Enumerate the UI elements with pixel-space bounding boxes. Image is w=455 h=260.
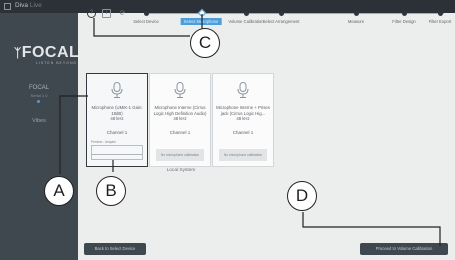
back-button[interactable]: Back to Select Device	[84, 243, 146, 255]
step-dot	[438, 11, 443, 16]
microphone-channel: Channel 1	[169, 130, 191, 135]
step-dot	[402, 11, 407, 16]
step-label[interactable]: Select Microphone	[180, 18, 222, 25]
callout-a: A	[44, 176, 74, 206]
microphone-name: Microphone (UMIK-1 Gain: 18dB) 48 kHz	[91, 105, 143, 122]
step-label[interactable]: Volume Calibration	[228, 19, 263, 24]
step-label[interactable]: Filter Export	[429, 19, 452, 24]
refresh-icon[interactable]: ⟳	[118, 9, 127, 18]
microphone-card-3[interactable]: Microphone Interne + Prises jack (Cirrus…	[212, 73, 274, 167]
microphone-icon	[237, 82, 249, 98]
microphone-name: Microphone Interne + Prises jack (Cirrus…	[216, 105, 270, 122]
microphone-card-1[interactable]: Microphone (UMIK-1 Gain: 18dB) 48 kHz Cha…	[86, 73, 148, 167]
step-dot	[144, 11, 149, 16]
group-label: Local System	[166, 168, 196, 173]
calibration-button[interactable]: No microphone calibration	[219, 149, 267, 161]
microphone-name: Microphone Interne (Cirrus Logic High De…	[153, 105, 207, 122]
step-label[interactable]: Select Device	[133, 19, 159, 24]
microphone-channel: Channel 1	[106, 130, 128, 135]
step-label[interactable]: Filter Design	[392, 19, 416, 24]
step-label[interactable]: Measure	[348, 19, 364, 24]
title-bar: Diva Live	[0, 0, 455, 13]
step-label[interactable]: Select Arrangement	[263, 19, 300, 24]
sidebar: ᛉFOCAL LISTEN BEYOND FOCAL Serial 1.0 Vi…	[0, 13, 80, 260]
device-serial: Serial 1.0	[30, 93, 48, 98]
brand-tagline: LISTEN BEYOND	[36, 61, 78, 65]
meter-label: Preview - Ampaln	[91, 140, 116, 144]
meter-box	[91, 145, 143, 160]
callout-b: B	[96, 176, 126, 206]
progress-track	[148, 13, 444, 14]
microphone-icon	[174, 82, 186, 98]
step-dot	[354, 11, 359, 16]
app-logo-icon	[4, 3, 11, 10]
device-model: Vibes	[32, 118, 46, 124]
callout-d: D	[287, 181, 317, 211]
focal-mark-icon: ᛉ	[14, 46, 22, 60]
step-dot	[279, 11, 284, 16]
device-status-dot	[37, 100, 40, 103]
brand-logo: ᛉFOCAL	[14, 44, 80, 61]
proceed-button[interactable]: Proceed to Volume Calibration	[360, 243, 448, 255]
calibration-button[interactable]: No microphone calibration	[156, 149, 204, 161]
info-icon[interactable]: i	[102, 9, 111, 18]
meter-line	[92, 154, 142, 155]
microphone-icon	[111, 82, 123, 98]
microphone-card-2[interactable]: Microphone Interne (Cirrus Logic High De…	[149, 73, 211, 167]
step-dot	[244, 11, 249, 16]
callout-c: C	[190, 28, 220, 58]
help-icon[interactable]: ?	[87, 9, 96, 18]
device-name[interactable]: FOCAL	[0, 85, 78, 91]
app-title: Diva Live	[15, 2, 42, 9]
level-meter: Preview - Ampaln	[91, 140, 143, 162]
microphone-channel: Channel 1	[232, 130, 254, 135]
